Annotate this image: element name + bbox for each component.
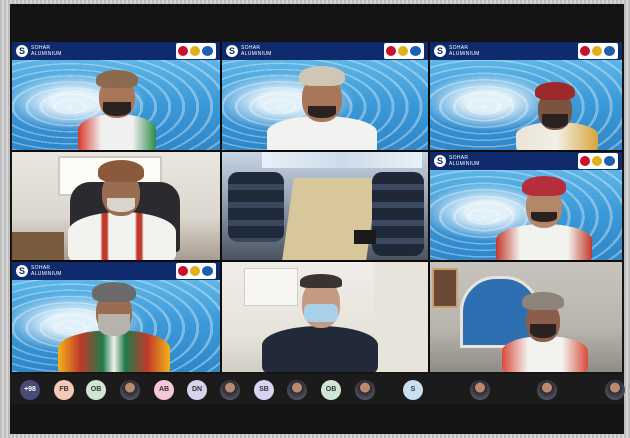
sohar-logo-icon: S: [434, 155, 446, 167]
participant-video: [262, 64, 382, 150]
video-tile-7[interactable]: S SOHAR ALUMINIUM: [12, 262, 220, 372]
brand-bar: S SOHAR ALUMINIUM: [222, 42, 428, 60]
brand-name: SOHAR ALUMINIUM: [449, 45, 480, 57]
more-participants-badge[interactable]: +98: [20, 380, 40, 400]
participant-video: [512, 82, 602, 150]
side-panel: [374, 262, 428, 372]
brand-bar: S SOHAR ALUMINIUM: [430, 42, 622, 60]
sohar-logo-icon: S: [226, 45, 238, 57]
video-tile-4[interactable]: [12, 152, 220, 260]
participant-initials-avatar[interactable]: SB: [254, 380, 274, 400]
participants-strip: +98 FB OB AB DN SB OB S: [10, 374, 625, 404]
brand-bar: S SOHAR ALUMINIUM: [12, 262, 220, 280]
video-tile-5[interactable]: [222, 152, 428, 260]
participant-photo-avatar[interactable]: [605, 380, 625, 400]
participant-initials-avatar[interactable]: DN: [187, 380, 207, 400]
participant-video: [62, 158, 182, 260]
face-mask: [304, 304, 338, 322]
emblem-logo-icon: [578, 153, 618, 169]
sohar-logo-icon: S: [16, 265, 28, 277]
sohar-logo-icon: S: [434, 45, 446, 57]
video-grid: S SOHAR ALUMINIUM S SOHAR ALUMINIUM S SO…: [12, 42, 622, 372]
participant-photo-avatar[interactable]: [470, 380, 490, 400]
meeting-attendees-right: [372, 172, 424, 256]
video-tile-1[interactable]: S SOHAR ALUMINIUM: [12, 42, 220, 150]
emblem-logo-icon: [384, 43, 424, 59]
conference-table: [282, 178, 378, 260]
brand-name: SOHAR ALUMINIUM: [449, 155, 480, 167]
participant-photo-avatar[interactable]: [287, 380, 307, 400]
participant-video: [72, 66, 162, 150]
back-wall-windows: [262, 152, 422, 168]
participant-initials-avatar[interactable]: OB: [321, 380, 341, 400]
video-tile-9[interactable]: [430, 262, 622, 372]
sohar-logo-icon: S: [16, 45, 28, 57]
participant-photo-avatar[interactable]: [537, 380, 557, 400]
video-tile-6[interactable]: S SOHAR ALUMINIUM: [430, 152, 622, 260]
participant-photo-avatar[interactable]: [355, 380, 375, 400]
video-tile-3[interactable]: S SOHAR ALUMINIUM: [430, 42, 622, 150]
brand-bar: S SOHAR ALUMINIUM: [430, 152, 622, 170]
participant-initials-avatar[interactable]: OB: [86, 380, 106, 400]
desk-shelf: [12, 232, 64, 260]
participant-initials-avatar[interactable]: FB: [54, 380, 74, 400]
brand-name: SOHAR ALUMINIUM: [31, 45, 62, 57]
participant-photo-avatar[interactable]: [220, 380, 240, 400]
brand-bar: S SOHAR ALUMINIUM: [12, 42, 220, 60]
top-margin: [10, 4, 624, 42]
wall-frame: [432, 268, 458, 308]
participant-video: [54, 280, 174, 372]
video-tile-8[interactable]: [222, 262, 428, 372]
laptop: [354, 230, 376, 244]
emblem-logo-icon: [176, 263, 216, 279]
participant-video: [260, 270, 380, 372]
participant-photo-avatar[interactable]: [120, 380, 140, 400]
brand-name: SOHAR ALUMINIUM: [31, 265, 62, 277]
participant-initials-avatar[interactable]: S: [403, 380, 423, 400]
participant-initials-avatar[interactable]: AB: [154, 380, 174, 400]
bottom-bar: [10, 404, 624, 434]
brand-name: SOHAR ALUMINIUM: [241, 45, 272, 57]
participant-video: [492, 174, 596, 260]
participant-video: [500, 292, 590, 372]
meeting-attendees-left: [228, 172, 284, 242]
video-call-window: S SOHAR ALUMINIUM S SOHAR ALUMINIUM S SO…: [10, 4, 625, 434]
video-tile-2[interactable]: S SOHAR ALUMINIUM: [222, 42, 428, 150]
emblem-logo-icon: [176, 43, 216, 59]
emblem-logo-icon: [578, 43, 618, 59]
